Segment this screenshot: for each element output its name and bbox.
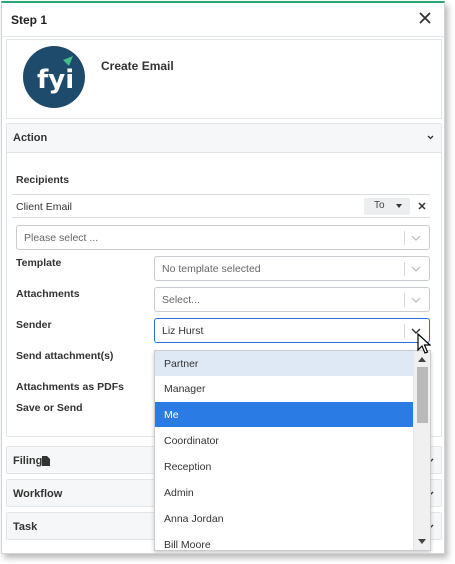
send-attachments-label: Send attachment(s) xyxy=(16,350,114,362)
task-label: Task xyxy=(13,521,38,533)
recipient-type-label: To xyxy=(374,200,385,211)
sender-label: Sender xyxy=(16,319,52,331)
sender-dropdown-menu: Partner Manager Me Coordinator Reception… xyxy=(154,350,431,551)
chevron-down-icon xyxy=(411,266,421,272)
select-divider xyxy=(404,293,405,307)
attachments-as-pdfs-label: Attachments as PDFs xyxy=(16,381,124,393)
intro-card: fyi Create Email xyxy=(6,39,442,119)
chevron-down-icon xyxy=(411,235,421,241)
recipient-name: Client Email xyxy=(16,201,73,213)
save-or-send-label: Save or Send xyxy=(16,402,83,414)
sender-option[interactable]: Reception xyxy=(155,454,414,479)
select-divider xyxy=(404,324,405,338)
attachments-select[interactable]: Select... xyxy=(154,287,430,312)
select-divider xyxy=(404,262,405,276)
caret-down-icon xyxy=(396,204,402,208)
recipient-type-dropdown[interactable]: To xyxy=(364,198,410,215)
mouse-cursor-icon xyxy=(417,333,431,354)
fyi-logo: fyi xyxy=(23,46,85,108)
chevron-down-icon xyxy=(411,297,421,303)
fyi-logo-icon: fyi xyxy=(37,56,74,95)
attachments-label: Attachments xyxy=(16,288,80,300)
sender-option[interactable]: Manager xyxy=(155,376,414,401)
sender-value: Liz Hurst xyxy=(162,325,204,337)
attachments-value: Select... xyxy=(162,294,200,306)
scroll-up-icon[interactable] xyxy=(418,357,426,362)
action-label: Action xyxy=(13,132,48,144)
action-header[interactable]: Action xyxy=(7,124,441,153)
create-email-title: Create Email xyxy=(101,59,174,73)
sender-option[interactable]: Anna Jordan xyxy=(155,506,414,531)
close-icon[interactable] xyxy=(416,9,434,27)
svg-text:fyi: fyi xyxy=(37,65,74,95)
recipient-row: Client Email To xyxy=(12,194,430,218)
select-divider xyxy=(404,231,405,245)
template-value: No template selected xyxy=(162,263,261,275)
panel-header: Step 1 xyxy=(2,3,444,37)
chevron-down-icon[interactable] xyxy=(426,133,435,142)
filing-label: Filing xyxy=(13,455,43,467)
sender-option[interactable]: Me xyxy=(155,402,414,427)
step-panel: Step 1 fyi Create Email Action Recipient… xyxy=(1,1,445,554)
scrollbar-thumb[interactable] xyxy=(417,367,428,423)
document-icon xyxy=(42,456,50,466)
scroll-down-icon[interactable] xyxy=(418,539,426,544)
sender-option[interactable]: Coordinator xyxy=(155,428,414,453)
sender-select[interactable]: Liz Hurst xyxy=(154,318,430,343)
template-label: Template xyxy=(16,257,62,269)
workflow-label: Workflow xyxy=(13,488,63,500)
sender-option[interactable]: Partner xyxy=(155,351,414,376)
recipient-select-placeholder: Please select ... xyxy=(24,232,99,244)
dropdown-scrollbar[interactable] xyxy=(413,351,430,550)
sender-option[interactable]: Bill Moore xyxy=(155,532,414,550)
recipient-select[interactable]: Please select ... xyxy=(16,225,430,250)
sender-option[interactable]: Admin xyxy=(155,480,414,505)
panel-title: Step 1 xyxy=(11,13,48,27)
template-select[interactable]: No template selected xyxy=(154,256,430,281)
recipients-label: Recipients xyxy=(16,174,70,186)
remove-recipient-icon[interactable] xyxy=(417,201,427,211)
